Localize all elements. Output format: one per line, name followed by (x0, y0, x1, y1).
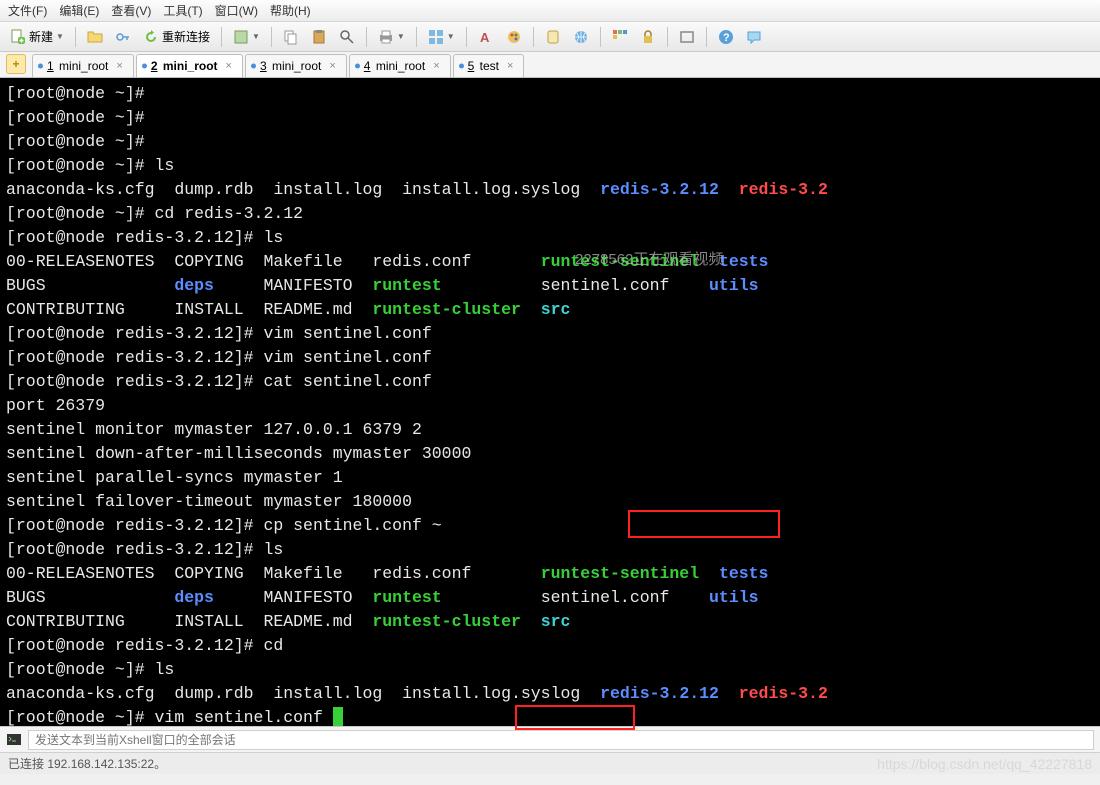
rect-button[interactable] (675, 27, 699, 47)
terminal-cursor (333, 707, 343, 726)
chat-button[interactable] (742, 27, 766, 47)
status-bar: 已连接 192.168.142.135:22。 https://blog.csd… (0, 752, 1100, 774)
close-icon[interactable]: × (116, 60, 122, 72)
palette-icon (506, 29, 522, 45)
copy-button[interactable] (279, 27, 303, 47)
svg-text:A: A (480, 30, 490, 45)
paste-icon (311, 29, 327, 45)
font-button[interactable]: A (474, 27, 498, 47)
apps-icon (612, 29, 628, 45)
window-icon (679, 29, 695, 45)
copy-icon (283, 29, 299, 45)
menu-bar: 文件(F) 编辑(E) 查看(V) 工具(T) 窗口(W) 帮助(H) (0, 0, 1100, 22)
script-button[interactable] (541, 27, 565, 47)
connected-dot-icon (38, 64, 43, 69)
separator (466, 27, 467, 47)
tab-4[interactable]: 4 mini_root× (349, 54, 451, 77)
profile-icon (233, 29, 249, 45)
separator (667, 27, 668, 47)
menu-tools[interactable]: 工具(T) (163, 2, 202, 19)
close-icon[interactable]: × (226, 60, 232, 72)
broadcast-input-bar (0, 726, 1100, 752)
dropdown-icon: ▼ (56, 32, 64, 41)
tab-bar: + 1 mini_root× 2 mini_root× 3 mini_root×… (0, 52, 1100, 78)
separator (533, 27, 534, 47)
scroll-icon (545, 29, 561, 45)
separator (706, 27, 707, 47)
separator (366, 27, 367, 47)
separator (600, 27, 601, 47)
globe-button[interactable] (569, 27, 593, 47)
menu-edit[interactable]: 编辑(E) (59, 2, 99, 19)
refresh-icon (143, 29, 159, 45)
help-icon: ? (718, 29, 734, 45)
close-icon[interactable]: × (433, 60, 439, 72)
open-button[interactable] (83, 27, 107, 47)
close-icon[interactable]: × (329, 60, 335, 72)
tab-5[interactable]: 5 test× (453, 54, 525, 77)
color-button[interactable] (502, 27, 526, 47)
lock-icon (640, 29, 656, 45)
apps-icon-button[interactable] (608, 27, 632, 47)
font-icon: A (478, 29, 494, 45)
chat-icon (746, 29, 762, 45)
connected-dot-icon (251, 64, 256, 69)
lock-button[interactable] (636, 27, 660, 47)
search-button[interactable] (335, 27, 359, 47)
menu-file[interactable]: 文件(F) (8, 2, 47, 19)
new-button[interactable]: 新建 ▼ (6, 26, 68, 47)
terminal-icon (6, 732, 22, 748)
connected-dot-icon (355, 64, 360, 69)
separator (416, 27, 417, 47)
profile-button[interactable]: ▼ (229, 27, 264, 47)
menu-help[interactable]: 帮助(H) (270, 2, 311, 19)
help-button[interactable]: ? (714, 27, 738, 47)
new-file-icon (10, 29, 26, 45)
reconnect-label: 重新连接 (162, 28, 210, 45)
folder-icon (87, 29, 103, 45)
new-button-label: 新建 (29, 28, 53, 45)
menu-view[interactable]: 查看(V) (111, 2, 151, 19)
globe-icon (573, 29, 589, 45)
add-tab-button[interactable]: + (6, 54, 26, 74)
terminal-output[interactable]: [root@node ~]# [root@node ~]# [root@node… (0, 78, 1100, 726)
tab-1[interactable]: 1 mini_root× (32, 54, 134, 77)
watermark-url: https://blog.csdn.net/qq_42227818 (877, 756, 1092, 772)
print-icon (378, 29, 394, 45)
paste-button[interactable] (307, 27, 331, 47)
separator (75, 27, 76, 47)
separator (221, 27, 222, 47)
broadcast-input[interactable] (28, 730, 1094, 750)
grid-icon (428, 29, 444, 45)
tab-2[interactable]: 2 mini_root× (136, 54, 243, 77)
menu-window[interactable]: 窗口(W) (215, 2, 258, 19)
toolbar: 新建 ▼ 重新连接 ▼ ▼ ▼ A ? (0, 22, 1100, 52)
key-button[interactable] (111, 27, 135, 47)
status-connection: 已连接 192.168.142.135:22。 (8, 755, 166, 772)
svg-text:?: ? (723, 32, 730, 44)
reconnect-button[interactable]: 重新连接 (139, 26, 214, 47)
connected-dot-icon (142, 64, 147, 69)
search-icon (339, 29, 355, 45)
tab-3[interactable]: 3 mini_root× (245, 54, 347, 77)
separator (271, 27, 272, 47)
close-icon[interactable]: × (507, 60, 513, 72)
connected-dot-icon (459, 64, 464, 69)
print-button[interactable]: ▼ (374, 27, 409, 47)
layout-button[interactable]: ▼ (424, 27, 459, 47)
key-icon (115, 29, 131, 45)
